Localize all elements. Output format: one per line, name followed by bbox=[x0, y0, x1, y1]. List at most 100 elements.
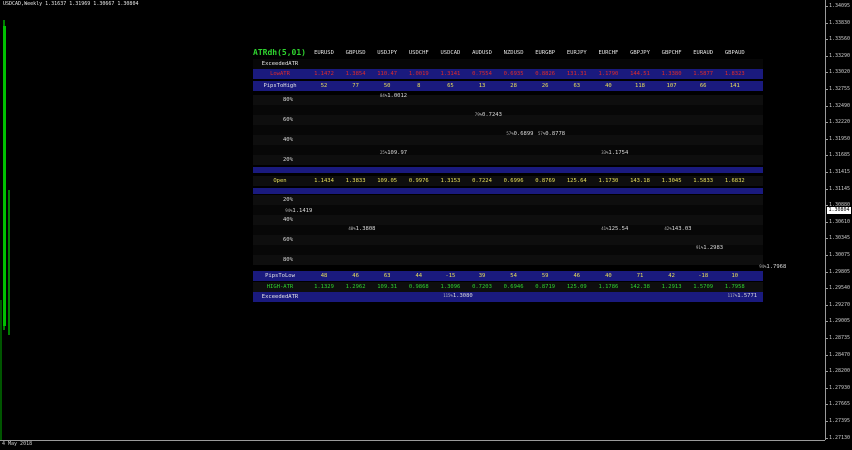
price-label: 1.30610 bbox=[829, 218, 851, 225]
highatr-cell: 0.9868 bbox=[408, 284, 429, 290]
price-label: 1.28735 bbox=[829, 335, 851, 341]
price-label: 1.30345 bbox=[829, 235, 851, 242]
highatr-cell: 0.7203 bbox=[472, 284, 492, 290]
open-cell: 0.7224 bbox=[472, 178, 492, 184]
pipstohigh-cell: 13 bbox=[478, 83, 486, 89]
marker-value: 1.3080 bbox=[452, 293, 473, 299]
open-cell: 1.5833 bbox=[693, 178, 714, 184]
level-marker: 25%109.97 bbox=[380, 149, 407, 157]
symbol-header-gbpjpy: GBPJPY bbox=[630, 50, 650, 56]
row-label: ExceededATR bbox=[261, 61, 299, 67]
level-marker: 57%0.8778 bbox=[538, 130, 565, 138]
lowatr-cell: 110.47 bbox=[377, 71, 398, 77]
open-cell: 1.1434 bbox=[314, 178, 334, 184]
symbol-header-eurusd: EURUSD bbox=[314, 50, 334, 56]
row-filler bbox=[253, 105, 763, 115]
symbol-header-usdchf: USDCHF bbox=[408, 50, 429, 56]
lowatr-cell: 1.3854 bbox=[345, 71, 366, 77]
pipstohigh-cell: 52 bbox=[320, 83, 328, 89]
lowatr-cell: 0.6935 bbox=[503, 71, 524, 77]
price-label: 1.33560 bbox=[829, 36, 851, 43]
row-exceeded-top: ExceededATR bbox=[253, 59, 763, 69]
price-tick bbox=[825, 89, 828, 90]
price-tick bbox=[825, 72, 828, 74]
marker-percent: 117% bbox=[727, 293, 738, 298]
price-candles bbox=[0, 20, 10, 440]
price-label: 1.27395 bbox=[829, 418, 851, 424]
row-low-60: 60% bbox=[253, 235, 763, 245]
lowatr-cell: 1.1790 bbox=[598, 71, 619, 77]
price-tick bbox=[825, 122, 828, 124]
row-lowatr: LowATR 1.1472 1.3854 110.47 1.0019 1.3141 0.7… bbox=[253, 69, 763, 79]
lowatr-cell: 0.8826 bbox=[535, 71, 556, 77]
marker-value: 1.7968 bbox=[766, 264, 787, 270]
row-filler bbox=[253, 245, 763, 255]
highatr-cell: 0.8719 bbox=[535, 284, 556, 290]
symbol-header-gbpchf: GBPCHF bbox=[661, 50, 682, 56]
price-tick bbox=[825, 188, 828, 190]
pipstolow-cell: 59 bbox=[541, 273, 549, 279]
marker-value: 0.6899 bbox=[513, 131, 534, 137]
row-separator bbox=[253, 167, 763, 173]
price-tick bbox=[825, 321, 828, 323]
pct-label: 60% bbox=[283, 117, 293, 123]
row-low-40: 40% bbox=[253, 215, 763, 225]
row-label: LowATR bbox=[270, 71, 290, 77]
marker-value: 1.5771 bbox=[737, 293, 758, 299]
price-label: 1.31415 bbox=[829, 169, 851, 175]
highatr-cell: 1.1329 bbox=[314, 284, 334, 290]
price-label: 1.32220 bbox=[829, 119, 851, 126]
level-marker: 42%143.03 bbox=[664, 225, 691, 233]
open-cell: 0.6996 bbox=[503, 178, 524, 184]
open-cell: 1.1730 bbox=[598, 178, 619, 184]
row-label: ExceededATR bbox=[261, 294, 299, 300]
price-tick bbox=[825, 437, 828, 439]
price-label: 1.27930 bbox=[829, 384, 851, 391]
price-label: 1.29270 bbox=[829, 301, 851, 308]
price-tick bbox=[825, 354, 828, 356]
price-tick bbox=[825, 39, 828, 41]
pipstohigh-cell: 8 bbox=[417, 83, 421, 89]
price-label: 1.27130 bbox=[829, 434, 851, 441]
pct-label: 80% bbox=[283, 97, 293, 103]
row-label: PipsToHigh bbox=[263, 83, 297, 89]
row-pipstohigh: PipsToHigh 52 77 50 8 65 13 28 26 63 40 118 107 66 14… bbox=[253, 81, 763, 91]
lowatr-cell: 1.5877 bbox=[693, 71, 714, 77]
highatr-cell: 1.1786 bbox=[598, 284, 619, 290]
pipstolow-cell: 48 bbox=[320, 273, 328, 279]
lowatr-cell: 1.0019 bbox=[408, 71, 429, 77]
marker-percent: 42% bbox=[664, 226, 672, 231]
pipstolow-cell: 39 bbox=[478, 273, 486, 279]
price-label: 1.28200 bbox=[829, 368, 851, 375]
price-label: 1.32755 bbox=[829, 86, 851, 92]
price-tick bbox=[825, 22, 828, 24]
open-cell: 1.6832 bbox=[724, 178, 745, 184]
level-marker: 115%1.3080 bbox=[443, 292, 473, 300]
row-label: HIGH-ATR bbox=[266, 284, 294, 290]
price-label: 1.29005 bbox=[829, 318, 851, 325]
marker-value: 1.3808 bbox=[355, 226, 376, 232]
marker-percent: 57% bbox=[506, 131, 514, 136]
level-marker: 94%1.7968 bbox=[759, 263, 786, 271]
symbol-header-nzdusd: NZDUSD bbox=[503, 50, 524, 56]
marker-percent: 40% bbox=[348, 226, 356, 231]
price-tick bbox=[825, 138, 828, 140]
pipstohigh-cell: 63 bbox=[573, 83, 581, 89]
price-label: 1.29540 bbox=[829, 285, 851, 292]
level-marker: 84%1.0012 bbox=[380, 92, 407, 100]
price-axis[interactable]: 1.34095 1.33830 1.33560 1.33290 1.33020 1.327… bbox=[825, 0, 852, 441]
pct-label: 40% bbox=[283, 217, 293, 223]
pipstolow-cell: 63 bbox=[383, 273, 391, 279]
pipstolow-cell: 10 bbox=[731, 273, 739, 279]
pipstohigh-cell: 40 bbox=[605, 83, 612, 89]
price-label: 1.27665 bbox=[829, 401, 851, 408]
pipstohigh-cell: 66 bbox=[699, 83, 707, 89]
price-tick bbox=[825, 221, 828, 223]
open-cell: 1.3833 bbox=[345, 178, 366, 184]
symbol-header-usdjpy: USDJPY bbox=[377, 50, 398, 56]
pipstolow-cell: 71 bbox=[636, 273, 644, 279]
row-highatr: HIGH-ATR 1.1329 1.2962 109.31 0.9868 1.3096 0… bbox=[253, 282, 763, 292]
row-separator bbox=[253, 188, 763, 194]
highatr-cell: 125.09 bbox=[566, 284, 587, 290]
open-cell: 109.05 bbox=[377, 178, 398, 184]
